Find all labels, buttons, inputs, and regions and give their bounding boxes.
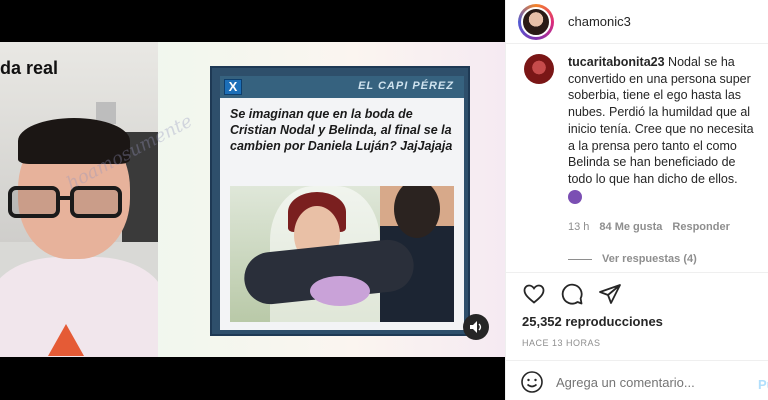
- card-brand: EL CAPI PÉREZ: [358, 80, 454, 92]
- action-bar: [522, 282, 622, 306]
- meme-card: X EL CAPI PÉREZ Se imaginan que en la bo…: [210, 66, 470, 336]
- shirt-logo: [48, 324, 84, 356]
- comment-text: Nodal se ha convertido en una persona su…: [568, 55, 754, 186]
- post-button[interactable]: Pu: [758, 377, 768, 392]
- emoji-picker-icon[interactable]: [520, 370, 544, 394]
- divider: [506, 272, 768, 273]
- comment-icon[interactable]: [560, 282, 584, 306]
- video-overlay-title: da real: [0, 58, 59, 78]
- view-replies-label: Ver respuestas (4): [602, 253, 697, 265]
- heart-icon[interactable]: [522, 282, 546, 306]
- commenter-avatar[interactable]: [524, 54, 554, 84]
- add-comment-bar: [520, 370, 736, 394]
- speaker-glyph: [470, 321, 482, 333]
- divider: [506, 360, 768, 361]
- card-text: Se imaginan que en la boda de Cristian N…: [230, 107, 453, 153]
- comment-time[interactable]: 13 h: [568, 221, 589, 233]
- instagram-post-view: da real hoamosumente X EL CAPI PÉREZ Se …: [0, 0, 768, 400]
- author-avatar-image: [521, 7, 551, 37]
- view-replies[interactable]: Ver respuestas (4): [568, 253, 697, 265]
- video-player[interactable]: da real hoamosumente X EL CAPI PÉREZ Se …: [0, 42, 505, 357]
- card-inner: X EL CAPI PÉREZ Se imaginan que en la bo…: [220, 76, 464, 330]
- author-username[interactable]: chamonic3: [568, 14, 631, 29]
- add-comment-input[interactable]: [556, 374, 736, 390]
- close-icon: X: [224, 79, 242, 95]
- bouquet: [310, 276, 370, 306]
- person-panel: da real: [0, 42, 158, 357]
- share-icon[interactable]: [598, 282, 622, 306]
- comment-body: tucaritabonita23 Nodal se ha convertido …: [568, 54, 763, 208]
- commenter-username[interactable]: tucaritabonita23: [568, 55, 665, 69]
- post-header: chamonic3: [506, 0, 768, 44]
- reply-button[interactable]: Responder: [672, 221, 729, 233]
- post-side-panel: chamonic3 tucaritabonita23 Nodal se ha c…: [505, 0, 768, 400]
- comment-meta: 13 h 84 Me gusta Responder: [568, 221, 730, 233]
- comment-likes[interactable]: 84 Me gusta: [599, 221, 662, 233]
- card-header: X EL CAPI PÉREZ: [220, 76, 464, 98]
- wedding-photo: [230, 186, 454, 322]
- speaker-icon[interactable]: [463, 314, 489, 340]
- replies-line: [568, 258, 592, 260]
- emoji-icon: [568, 189, 582, 204]
- author-avatar[interactable]: [518, 4, 554, 40]
- view-count: 25,352 reproducciones: [522, 314, 663, 329]
- post-time[interactable]: HACE 13 HORAS: [522, 338, 601, 348]
- media-area: da real hoamosumente X EL CAPI PÉREZ Se …: [0, 0, 505, 400]
